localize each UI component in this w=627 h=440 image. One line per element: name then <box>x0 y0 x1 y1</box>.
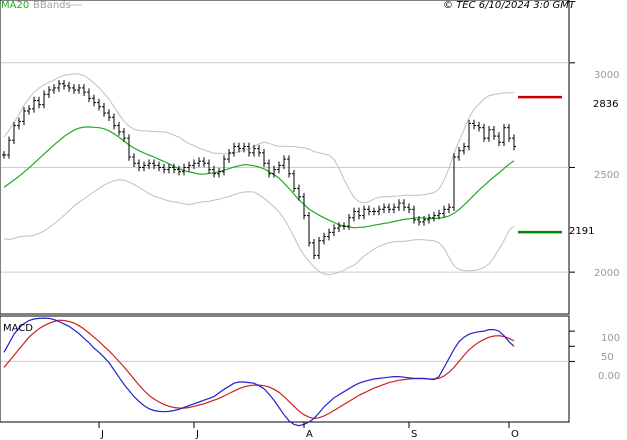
x-tick-label: O <box>511 429 519 440</box>
x-tick-label: A <box>306 429 313 440</box>
macd-tick-label: 50 <box>601 352 614 363</box>
x-tick-label: S <box>411 429 417 440</box>
legend-bbands: BBands <box>33 0 71 11</box>
macd-tick-label: 0.00 <box>598 371 620 382</box>
legend-ma20: MA20 <box>1 0 29 11</box>
copyright-timestamp: © TEC 6/10/2024 3:0 GMT <box>443 0 576 11</box>
support-label: 2191 <box>569 226 594 237</box>
y-tick-label: 3000 <box>594 70 619 81</box>
stock-chart: MA20 BBands © TEC 6/10/2024 3:0 GMT 3000… <box>0 0 620 440</box>
y-tick-label: 2000 <box>594 268 619 279</box>
x-axis: JJASO <box>98 422 519 440</box>
y-tick-label: 2500 <box>594 170 619 181</box>
macd-panel-title: MACD <box>3 323 33 334</box>
x-tick-label: J <box>100 429 104 440</box>
macd-tick-label: 100 <box>601 333 620 344</box>
x-tick-label: J <box>195 429 199 440</box>
resistance-label: 2836 <box>593 99 618 110</box>
macd-panel-frame <box>0 315 570 423</box>
